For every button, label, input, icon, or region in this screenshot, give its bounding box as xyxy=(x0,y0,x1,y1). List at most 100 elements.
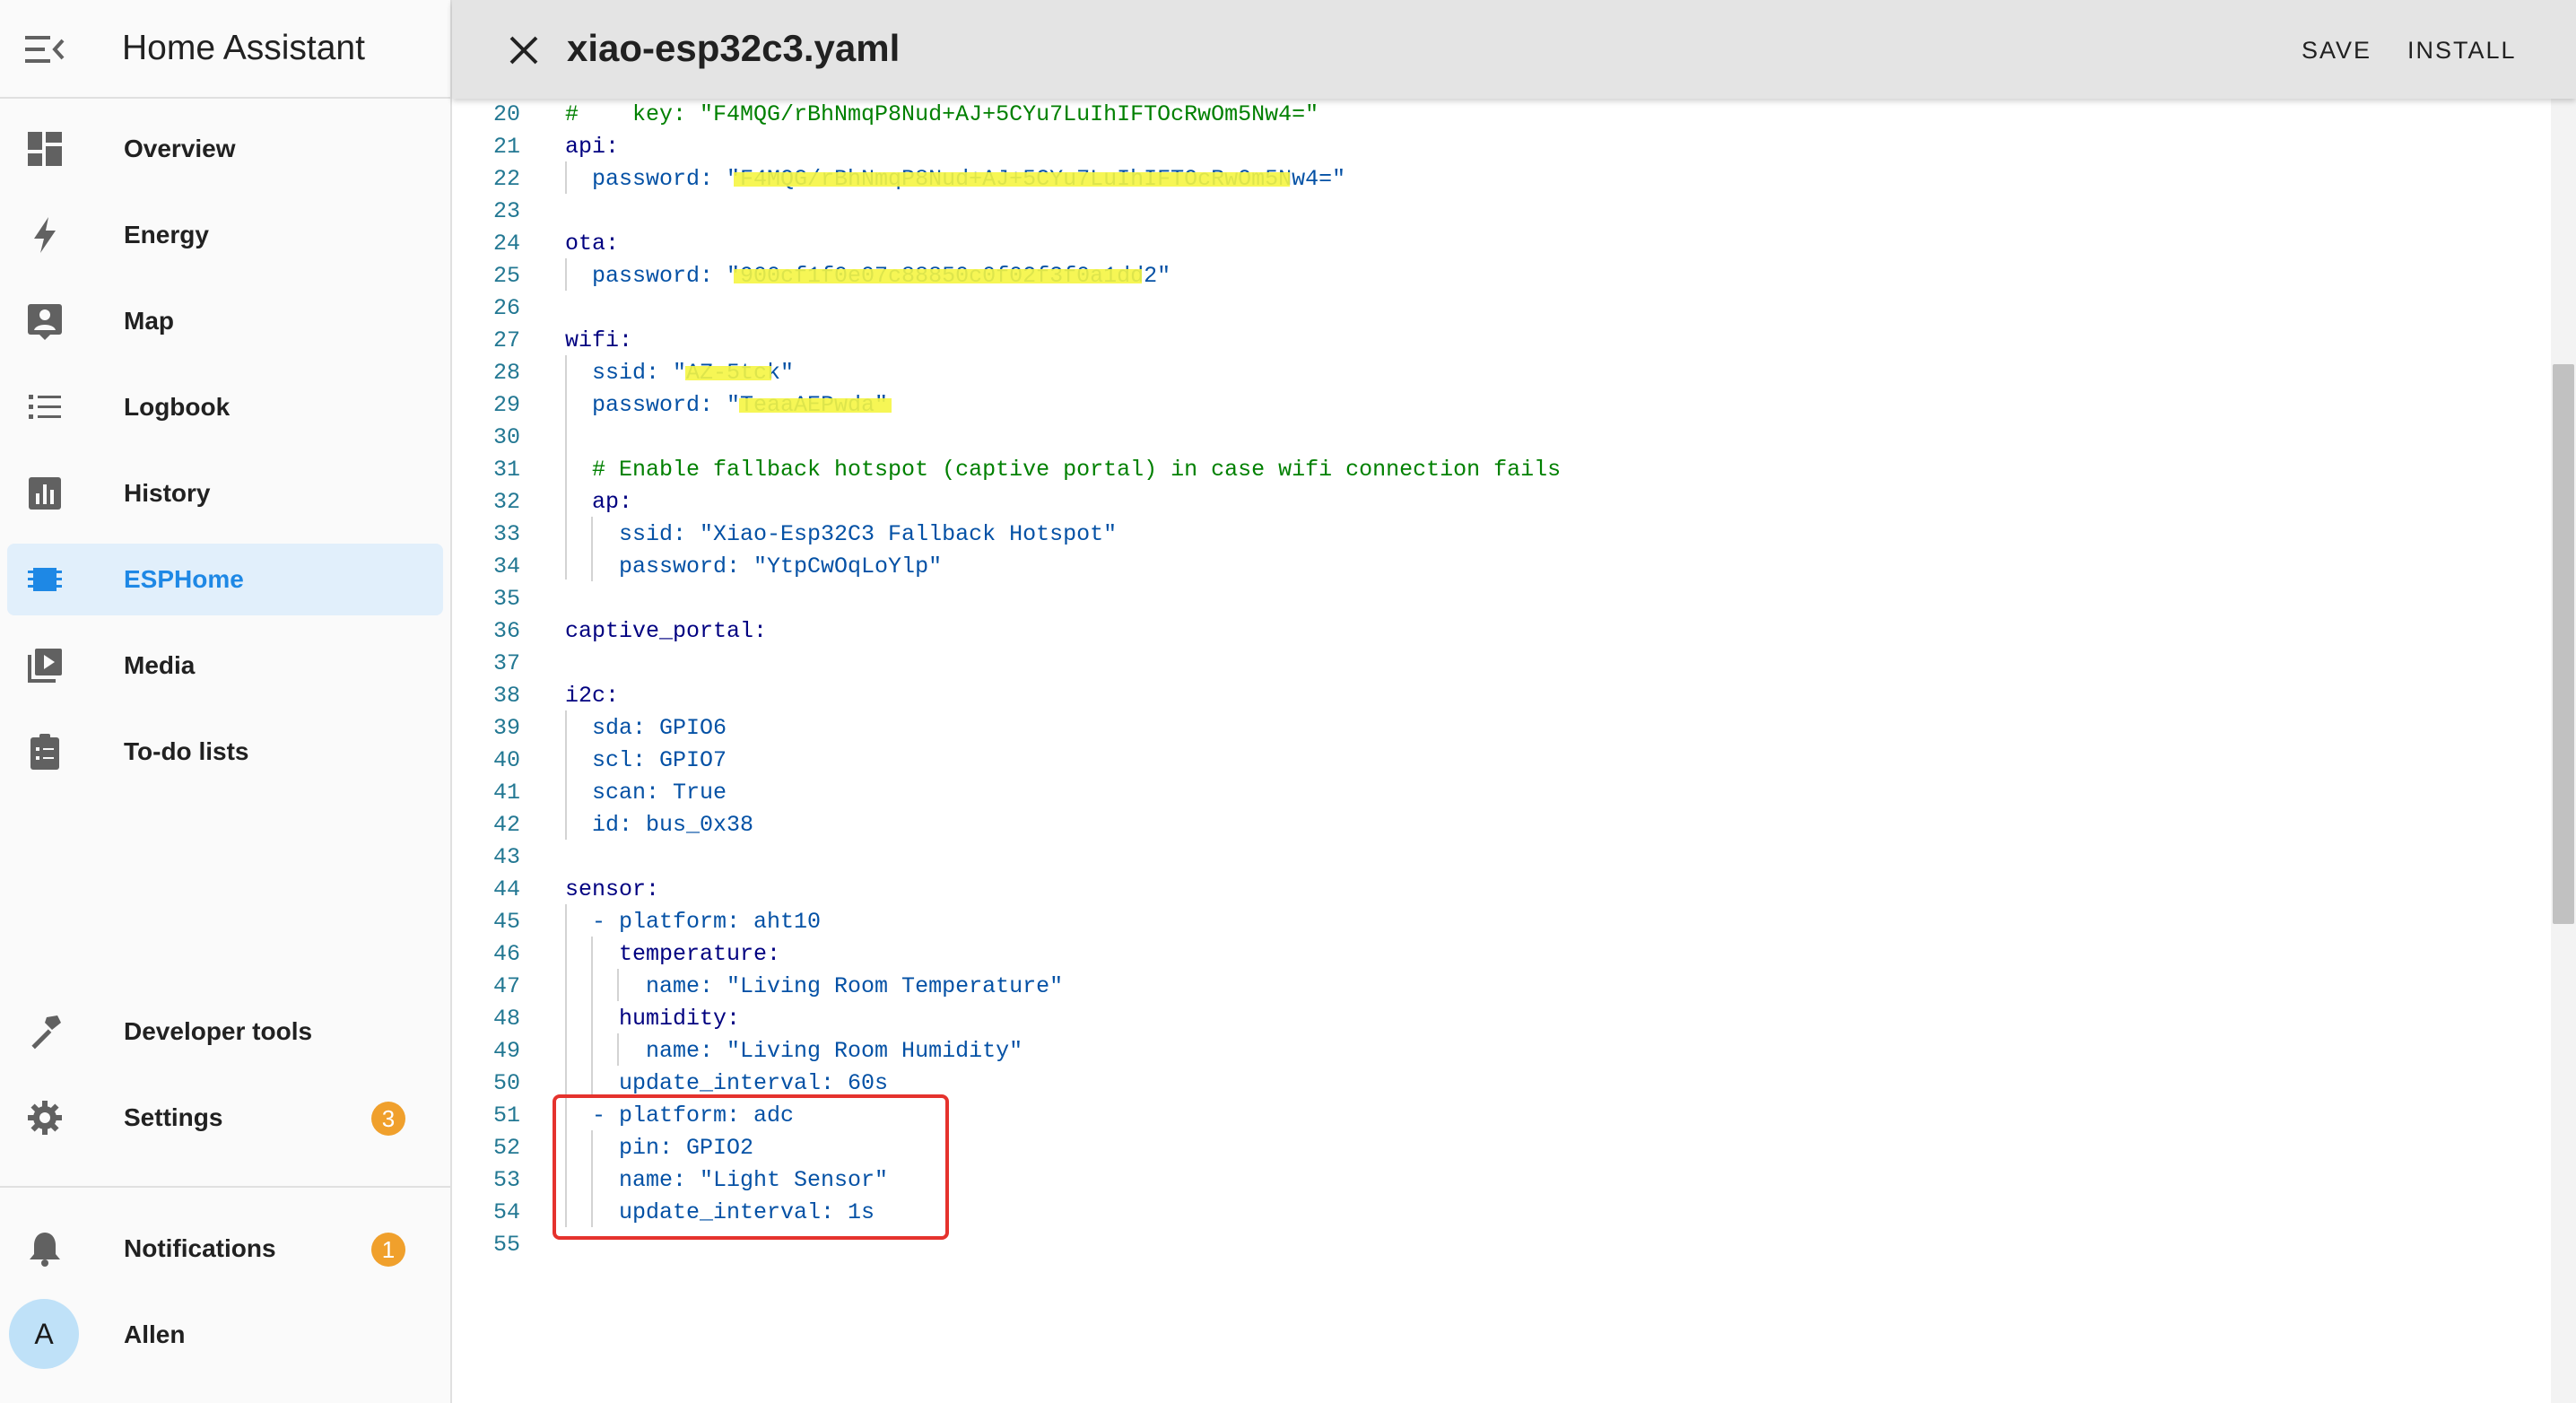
install-button[interactable]: INSTALL xyxy=(2407,32,2517,68)
sidebar-item-settings[interactable]: Settings 3 xyxy=(7,1082,443,1154)
code-line[interactable]: 44 sensor: xyxy=(452,874,2515,906)
code-line[interactable]: 20 # key: "F4MQG/rBhNmqP8Nud+AJ+5CYu7LuIh… xyxy=(452,99,2515,131)
sidebar-item-esphome[interactable]: ESPHome xyxy=(7,544,443,615)
code-line[interactable]: 31 # Enable fallback hotspot (captive po… xyxy=(452,454,2515,486)
notifications-badge: 1 xyxy=(371,1233,405,1267)
code-line[interactable]: 41 scan: True xyxy=(452,777,2515,809)
sidebar-item-label: Settings xyxy=(124,1103,223,1131)
code-line[interactable]: 38 i2c: xyxy=(452,680,2515,712)
sidebar-item-todo-lists[interactable]: To-do lists xyxy=(7,716,443,788)
gear-icon xyxy=(28,1101,62,1135)
code-line[interactable]: 32 ap: xyxy=(452,486,2515,518)
line-number: 24 xyxy=(492,231,520,257)
line-number: 40 xyxy=(492,747,520,773)
sidebar-item-logbook[interactable]: Logbook xyxy=(7,371,443,443)
dashboard-icon xyxy=(28,132,62,166)
code-text: api: xyxy=(565,134,620,160)
redaction-mark xyxy=(734,269,1142,283)
code-line[interactable]: 24 ota: xyxy=(452,228,2515,260)
menu-collapse-icon[interactable] xyxy=(25,32,65,66)
code-line[interactable]: 37 xyxy=(452,648,2515,680)
bell-icon xyxy=(30,1233,60,1267)
indent-guide xyxy=(617,969,619,1001)
sidebar-item-map[interactable]: Map xyxy=(7,285,443,357)
avatar[interactable]: A xyxy=(9,1299,79,1369)
line-number: 55 xyxy=(492,1232,520,1258)
sidebar-item-media[interactable]: Media xyxy=(7,630,443,702)
code-line[interactable]: 40 scl: GPIO7 xyxy=(452,745,2515,777)
indent-guide xyxy=(591,517,593,581)
line-number: 30 xyxy=(492,424,520,450)
line-number: 31 xyxy=(492,457,520,483)
line-number: 36 xyxy=(492,618,520,644)
hammer-icon xyxy=(31,1015,61,1050)
code-line[interactable]: 43 xyxy=(452,841,2515,874)
code-line[interactable]: 39 sda: GPIO6 xyxy=(452,712,2515,745)
line-number: 26 xyxy=(492,295,520,321)
sidebar-item-developer-tools[interactable]: Developer tools xyxy=(7,996,443,1068)
code-line[interactable]: 26 xyxy=(452,292,2515,325)
sidebar-item-history[interactable]: History xyxy=(7,458,443,529)
code-text: scl: GPIO7 xyxy=(565,747,727,773)
code-line[interactable]: 46 temperature: xyxy=(452,938,2515,971)
clipboard-list-icon xyxy=(30,734,59,770)
sidebar-item-label: Logbook xyxy=(124,393,231,421)
sidebar-item-label: Overview xyxy=(124,135,236,162)
code-text: - platform: aht10 xyxy=(565,909,822,935)
highlight-box xyxy=(553,1094,949,1240)
redaction-mark xyxy=(739,398,892,413)
code-text: sda: GPIO6 xyxy=(565,715,727,741)
code-text: name: "Living Room Humidity" xyxy=(565,1038,1023,1064)
line-number: 23 xyxy=(492,198,520,224)
save-button[interactable]: SAVE xyxy=(2302,32,2371,68)
sidebar-item-label: Media xyxy=(124,651,196,679)
code-text: ota: xyxy=(565,231,620,257)
line-number: 33 xyxy=(492,521,520,547)
line-number: 50 xyxy=(492,1070,520,1096)
scrollbar-thumb[interactable] xyxy=(2553,364,2574,924)
sidebar-item-notifications[interactable]: Notifications 1 xyxy=(7,1213,443,1285)
code-text: name: "Living Room Temperature" xyxy=(565,973,1064,999)
sidebar-item-overview[interactable]: Overview xyxy=(7,113,443,185)
sidebar-item-energy[interactable]: Energy xyxy=(7,199,443,271)
line-number: 25 xyxy=(492,263,520,289)
redaction-mark xyxy=(685,366,771,380)
code-line[interactable]: 35 xyxy=(452,583,2515,615)
code-text: # key: "F4MQG/rBhNmqP8Nud+AJ+5CYu7LuIhIF… xyxy=(565,101,1319,127)
code-line[interactable]: 27 wifi: xyxy=(452,325,2515,357)
code-text: ssid: "Xiao-Esp32C3 Fallback Hotspot" xyxy=(565,521,1118,547)
code-line[interactable]: 33 ssid: "Xiao-Esp32C3 Fallback Hotspot" xyxy=(452,518,2515,551)
code-line[interactable]: 21 api: xyxy=(452,131,2515,163)
line-number: 45 xyxy=(492,909,520,935)
line-number: 54 xyxy=(492,1199,520,1225)
line-number: 47 xyxy=(492,973,520,999)
line-number: 53 xyxy=(492,1167,520,1193)
code-line[interactable]: 34 password: "YtpCwOqLoYlp" xyxy=(452,551,2515,583)
code-line[interactable]: 49 name: "Living Room Humidity" xyxy=(452,1035,2515,1068)
line-number: 34 xyxy=(492,553,520,580)
indent-guide xyxy=(565,258,567,291)
close-icon[interactable] xyxy=(506,32,542,68)
lightning-bolt-icon xyxy=(34,217,56,253)
sidebar-item-label: Energy xyxy=(124,221,209,248)
code-line[interactable]: 45 - platform: aht10 xyxy=(452,906,2515,938)
line-number: 44 xyxy=(492,876,520,902)
code-line[interactable]: 48 humidity: xyxy=(452,1003,2515,1035)
play-box-icon xyxy=(28,649,62,683)
line-number: 39 xyxy=(492,715,520,741)
list-icon xyxy=(29,395,61,419)
line-number: 29 xyxy=(492,392,520,418)
sidebar-item-label: Map xyxy=(124,307,174,335)
code-line[interactable]: 30 xyxy=(452,422,2515,454)
chart-box-icon xyxy=(29,477,61,510)
code-line[interactable]: 23 xyxy=(452,196,2515,228)
code-line[interactable]: 36 captive_portal: xyxy=(452,615,2515,648)
code-text: ap: xyxy=(565,489,633,515)
code-text: id: bus_0x38 xyxy=(565,812,754,838)
code-text: temperature: xyxy=(565,941,781,967)
line-number: 32 xyxy=(492,489,520,515)
code-line[interactable]: 42 id: bus_0x38 xyxy=(452,809,2515,841)
line-number: 41 xyxy=(492,780,520,806)
sidebar: Home Assistant Overview Energy Map Logbo… xyxy=(0,0,452,1403)
code-line[interactable]: 47 name: "Living Room Temperature" xyxy=(452,971,2515,1003)
